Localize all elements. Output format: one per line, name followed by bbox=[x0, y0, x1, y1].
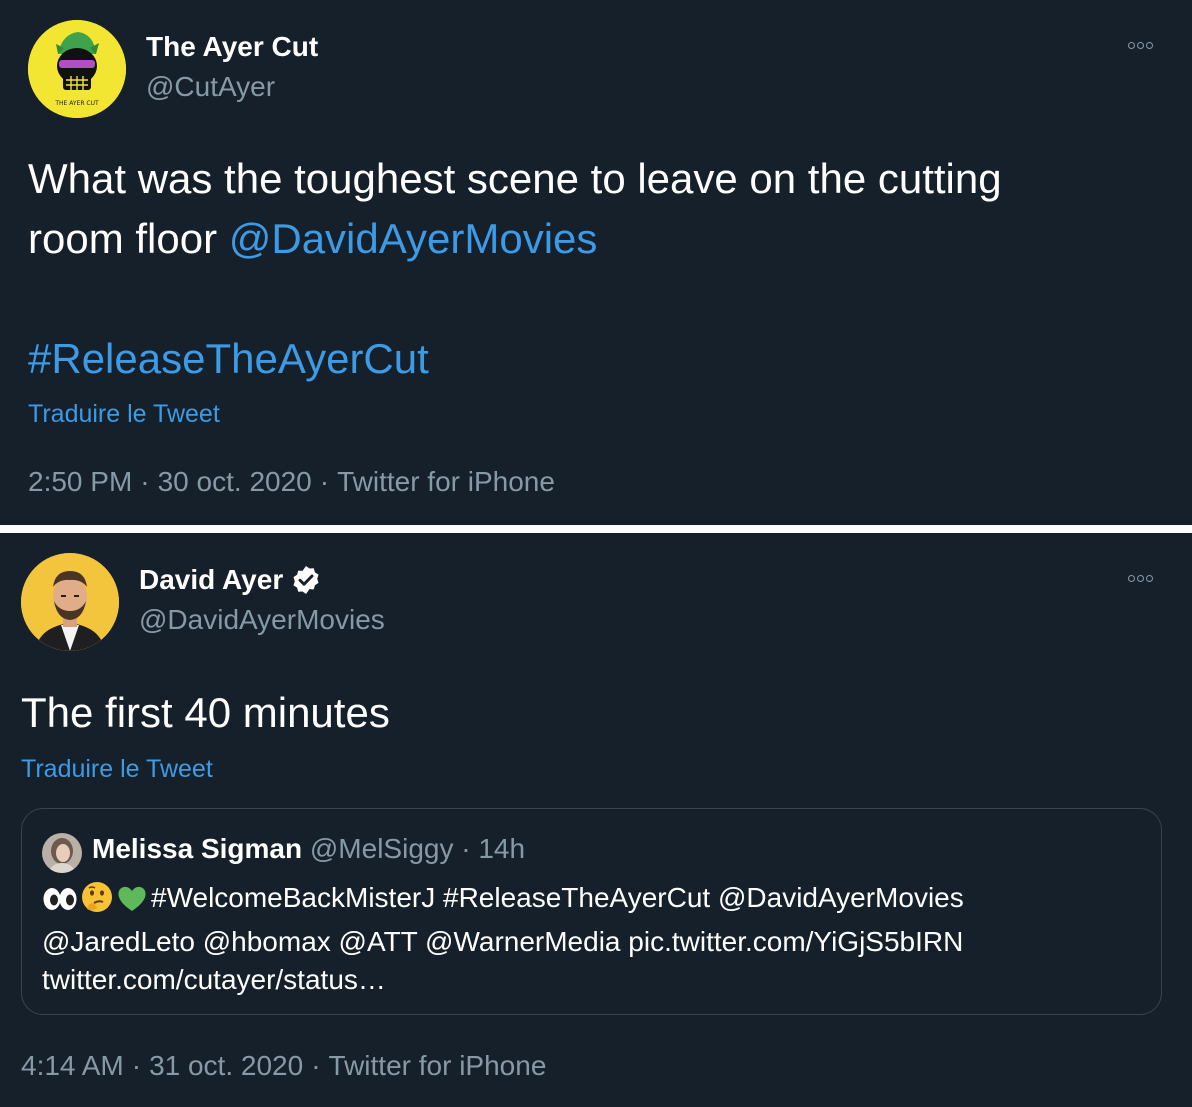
author-name[interactable]: The Ayer Cut bbox=[146, 31, 318, 63]
translate-tweet-link[interactable]: Traduire le Tweet bbox=[21, 755, 213, 784]
avatar-melissa-sigman bbox=[42, 833, 82, 873]
mention-link[interactable]: @DavidAyerMovies bbox=[229, 215, 598, 262]
avatar-logo-text: THE AYER CUT bbox=[55, 100, 99, 107]
translate-tweet-link[interactable]: Traduire le Tweet bbox=[28, 400, 220, 429]
portrait-icon bbox=[42, 833, 82, 873]
more-options-icon[interactable] bbox=[1128, 42, 1153, 49]
quoted-author-handle: @MelSiggy bbox=[309, 833, 454, 864]
tweet-metadata: 4:14 AM · 31 oct. 2020 · Twitter for iPhone bbox=[21, 1050, 546, 1082]
quoted-text-line-1-text: #WelcomeBackMisterJ #ReleaseTheAyerCut @… bbox=[151, 882, 964, 913]
quoted-tweet[interactable]: Melissa Sigman @MelSiggy · 14h #WelcomeB… bbox=[21, 808, 1162, 1015]
tweet-metadata: 2:50 PM · 30 oct. 2020 · Twitter for iPhone bbox=[28, 466, 555, 498]
tweet-text-plain: room floor bbox=[28, 215, 229, 262]
quoted-text-line-2: @JaredLeto @hbomax @ATT @WarnerMedia pic… bbox=[42, 926, 964, 957]
separator: · bbox=[311, 1050, 321, 1081]
separator: · bbox=[461, 833, 471, 864]
separator: · bbox=[131, 1050, 142, 1081]
tweet-source[interactable]: Twitter for iPhone bbox=[329, 1050, 547, 1081]
eyes-emoji-icon bbox=[42, 885, 78, 923]
verified-badge-icon bbox=[293, 566, 319, 594]
more-options-icon[interactable] bbox=[1128, 575, 1153, 582]
avatar-david-ayer[interactable] bbox=[21, 553, 119, 651]
hashtag-link[interactable]: #ReleaseTheAyerCut bbox=[28, 329, 429, 389]
divider bbox=[0, 525, 1192, 533]
author-name-row: David Ayer bbox=[139, 564, 322, 596]
tweet-date[interactable]: 31 oct. 2020 bbox=[149, 1050, 303, 1081]
author-name[interactable]: David Ayer bbox=[139, 564, 283, 596]
quoted-tweet-age: 14h bbox=[478, 833, 526, 864]
tweet-text-line-2: room floor @DavidAyerMovies bbox=[28, 209, 597, 269]
quoted-tweet-text: #WelcomeBackMisterJ #ReleaseTheAyerCut @… bbox=[42, 879, 964, 999]
tweet-text-line-1: What was the toughest scene to leave on … bbox=[28, 155, 1002, 202]
tweet-the-ayer-cut: THE AYER CUT The Ayer Cut @CutAyer What … bbox=[0, 0, 1192, 525]
tweet-source[interactable]: Twitter for iPhone bbox=[337, 466, 555, 497]
author-handle[interactable]: @DavidAyerMovies bbox=[139, 604, 385, 636]
avatar-the-ayer-cut[interactable]: THE AYER CUT bbox=[28, 20, 126, 118]
separator: · bbox=[140, 466, 150, 497]
green-heart-emoji-icon bbox=[116, 883, 148, 923]
quoted-text-line-1: #WelcomeBackMisterJ #ReleaseTheAyerCut @… bbox=[42, 879, 964, 923]
portrait-icon bbox=[21, 553, 119, 651]
tweet-david-ayer: David Ayer @DavidAyerMovies The first 40… bbox=[0, 533, 1192, 1107]
tweet-time[interactable]: 4:14 AM bbox=[21, 1050, 124, 1081]
quoted-tweet-header: Melissa Sigman @MelSiggy · 14h bbox=[92, 833, 525, 865]
tweet-text: The first 40 minutes bbox=[21, 689, 390, 736]
thinking-face-emoji-icon bbox=[81, 881, 113, 923]
quoted-text-line-3: twitter.com/cutayer/status… bbox=[42, 964, 386, 995]
author-handle[interactable]: @CutAyer bbox=[146, 71, 275, 103]
quoted-author-name: Melissa Sigman bbox=[92, 833, 303, 864]
tweet-time[interactable]: 2:50 PM bbox=[28, 466, 132, 497]
tweet-date[interactable]: 30 oct. 2020 bbox=[158, 466, 312, 497]
separator: · bbox=[319, 466, 330, 497]
